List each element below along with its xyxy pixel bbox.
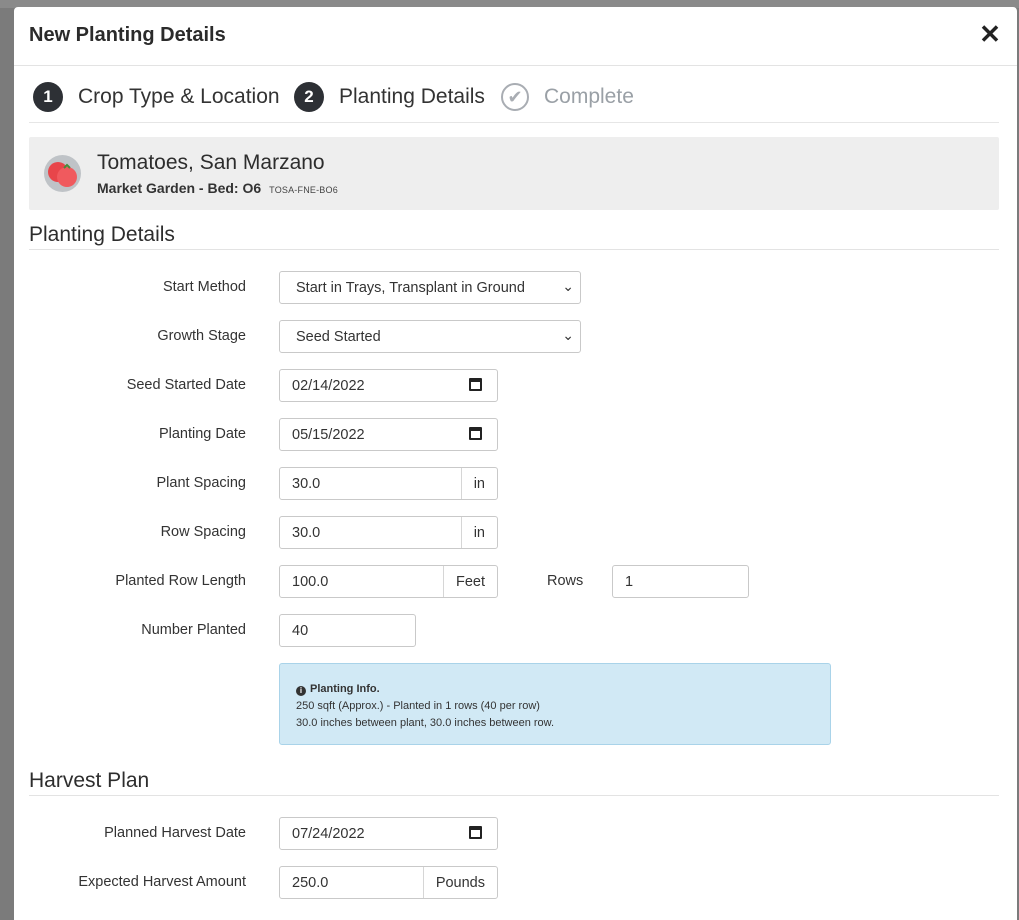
planted-row-length-row: Planted Row Length 100.0 Feet Rows 1 [14, 565, 1014, 599]
growth-stage-value: Seed Started [296, 329, 381, 345]
plant-spacing-unit: in [460, 468, 497, 499]
step-planting-details[interactable]: 2 Planting Details [294, 82, 485, 112]
planting-info-line: 250 sqft (Approx.) - Planted in 1 rows (… [296, 700, 540, 712]
new-planting-modal: New Planting Details ✕ 1 Crop Type & Loc… [14, 7, 1017, 920]
planted-row-length-unit: Feet [442, 566, 497, 597]
plant-spacing-label: Plant Spacing [156, 475, 246, 491]
calendar-icon[interactable] [469, 427, 482, 440]
step-complete: ✔ Complete [501, 82, 634, 112]
row-spacing-label: Row Spacing [160, 524, 246, 540]
planned-harvest-date-label: Planned Harvest Date [104, 825, 246, 841]
expected-harvest-amount-input[interactable]: 250.0 Pounds [279, 866, 498, 899]
planting-date-value: 05/15/2022 [292, 427, 365, 443]
crop-location: Market Garden - Bed: O6 TOSA-FNE-BO6 [97, 180, 338, 196]
harvest-plan-heading: Harvest Plan [29, 769, 999, 796]
rows-input[interactable]: 1 [612, 565, 749, 598]
tomato-icon [44, 155, 81, 192]
planting-info-title-row: i Planting Info. [296, 681, 814, 698]
seed-started-date-label: Seed Started Date [126, 377, 246, 393]
step-number: 1 [33, 82, 63, 112]
plant-spacing-row: Plant Spacing 30.0 in [14, 467, 1014, 501]
seed-started-date-input[interactable]: 02/14/2022 [279, 369, 498, 402]
chevron-down-icon: ⌄ [562, 327, 574, 343]
planned-harvest-date-input[interactable]: 07/24/2022 [279, 817, 498, 850]
planned-harvest-date-value: 07/24/2022 [292, 826, 365, 842]
start-method-label: Start Method [162, 279, 246, 295]
planting-date-row: Planting Date 05/15/2022 [14, 418, 1014, 452]
seed-started-date-row: Seed Started Date 02/14/2022 [14, 369, 1014, 403]
info-icon: i [296, 686, 306, 696]
calendar-icon[interactable] [469, 378, 482, 391]
growth-stage-row: Growth Stage Seed Started ⌄ [14, 320, 1014, 354]
modal-header: New Planting Details ✕ [14, 7, 1017, 66]
row-spacing-value: 30.0 [292, 525, 321, 541]
plant-spacing-value: 30.0 [292, 476, 321, 492]
step-crop-type-location[interactable]: 1 Crop Type & Location [33, 82, 280, 112]
wizard-steps: 1 Crop Type & Location 2 Planting Detail… [29, 65, 999, 123]
calendar-icon[interactable] [469, 826, 482, 839]
start-method-row: Start Method Start in Trays, Transplant … [14, 271, 1014, 305]
growth-stage-select[interactable]: Seed Started ⌄ [279, 320, 581, 353]
crop-code: TOSA-FNE-BO6 [269, 185, 338, 195]
step-label: Planting Details [339, 85, 485, 108]
expected-harvest-amount-value: 250.0 [292, 875, 329, 891]
number-planted-row: Number Planted 40 [14, 614, 1014, 648]
number-planted-label: Number Planted [141, 622, 246, 638]
crop-name: Tomatoes, San Marzano [97, 151, 325, 174]
start-method-select[interactable]: Start in Trays, Transplant in Ground ⌄ [279, 271, 581, 304]
modal-title: New Planting Details [29, 24, 226, 46]
planned-harvest-date-row: Planned Harvest Date 07/24/2022 [14, 817, 1014, 851]
growth-stage-label: Growth Stage [157, 328, 246, 344]
expected-harvest-amount-label: Expected Harvest Amount [78, 874, 246, 890]
close-icon[interactable]: ✕ [977, 21, 1003, 47]
planting-info-alert: i Planting Info. 250 sqft (Approx.) - Pla… [279, 663, 831, 745]
checkmark-icon: ✔ [501, 83, 529, 111]
planted-row-length-input[interactable]: 100.0 Feet [279, 565, 498, 598]
plant-spacing-input[interactable]: 30.0 in [279, 467, 498, 500]
crop-summary-card: Tomatoes, San Marzano Market Garden - Be… [29, 137, 999, 210]
chevron-down-icon: ⌄ [562, 278, 574, 294]
planting-info-title: Planting Info. [310, 683, 380, 695]
planting-date-label: Planting Date [158, 426, 246, 442]
number-planted-input[interactable]: 40 [279, 614, 416, 647]
seed-started-date-value: 02/14/2022 [292, 378, 365, 394]
start-method-value: Start in Trays, Transplant in Ground [296, 280, 525, 296]
planting-date-input[interactable]: 05/15/2022 [279, 418, 498, 451]
expected-harvest-amount-unit: Pounds [422, 867, 497, 898]
step-label: Complete [544, 85, 634, 108]
planting-details-heading: Planting Details [29, 223, 999, 250]
step-number: 2 [294, 82, 324, 112]
rows-label: Rows [547, 573, 584, 589]
planted-row-length-value: 100.0 [292, 574, 329, 590]
planted-row-length-label: Planted Row Length [115, 573, 246, 589]
row-spacing-row: Row Spacing 30.0 in [14, 516, 1014, 550]
expected-harvest-amount-row: Expected Harvest Amount 250.0 Pounds [14, 866, 1014, 900]
row-spacing-unit: in [460, 517, 497, 548]
crop-location-text: Market Garden - Bed: O6 [97, 180, 262, 196]
planting-info-line: 30.0 inches between plant, 30.0 inches b… [296, 717, 555, 729]
row-spacing-input[interactable]: 30.0 in [279, 516, 498, 549]
step-label: Crop Type & Location [78, 85, 280, 108]
